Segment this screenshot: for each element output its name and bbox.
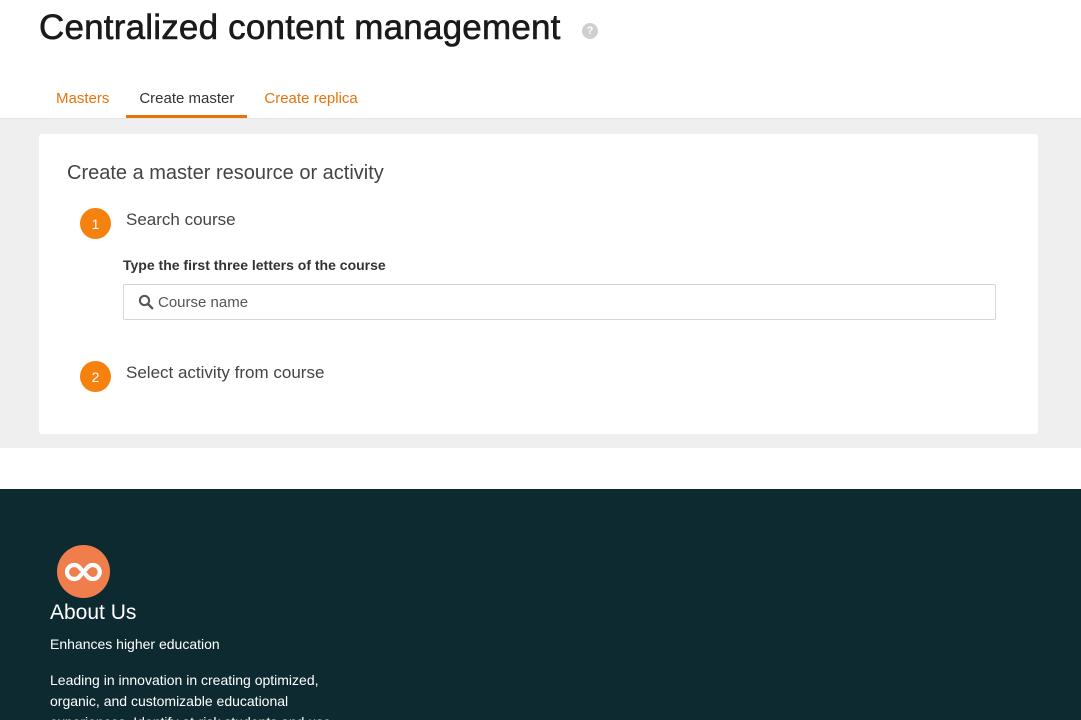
page-title: Centralized content management bbox=[39, 8, 561, 48]
footer: About Us Enhances higher education Leadi… bbox=[0, 489, 1081, 720]
page-header: Centralized content management ? Masters… bbox=[0, 0, 1081, 118]
step-1-title: Search course bbox=[126, 210, 236, 229]
question-circle-icon[interactable]: ? bbox=[582, 23, 598, 39]
step-2-title: Select activity from course bbox=[126, 363, 325, 382]
main-content-area: Create a master resource or activity 1 S… bbox=[0, 118, 1081, 448]
tab-create-master[interactable]: Create master bbox=[126, 80, 248, 118]
create-master-card: Create a master resource or activity 1 S… bbox=[39, 134, 1038, 434]
search-icon bbox=[138, 294, 154, 310]
course-search-box[interactable] bbox=[123, 284, 996, 320]
tab-masters[interactable]: Masters bbox=[43, 80, 122, 118]
step-1-badge: 1 bbox=[80, 208, 111, 239]
tab-create-replica[interactable]: Create replica bbox=[251, 80, 370, 118]
infinity-logo-glyph bbox=[64, 562, 102, 582]
step-2-badge: 2 bbox=[80, 361, 111, 392]
footer-tagline: Enhances higher education bbox=[50, 636, 220, 652]
footer-about-heading: About Us bbox=[50, 601, 137, 624]
course-name-input[interactable] bbox=[156, 292, 980, 312]
card-title: Create a master resource or activity bbox=[67, 162, 384, 184]
tab-bar: Masters Create master Create replica bbox=[43, 80, 371, 118]
footer-description: Leading in innovation in creating optimi… bbox=[50, 672, 331, 720]
infinity-logo-icon bbox=[57, 545, 110, 598]
page: Centralized content management ? Masters… bbox=[0, 0, 1081, 720]
course-search-label: Type the first three letters of the cour… bbox=[123, 257, 386, 273]
